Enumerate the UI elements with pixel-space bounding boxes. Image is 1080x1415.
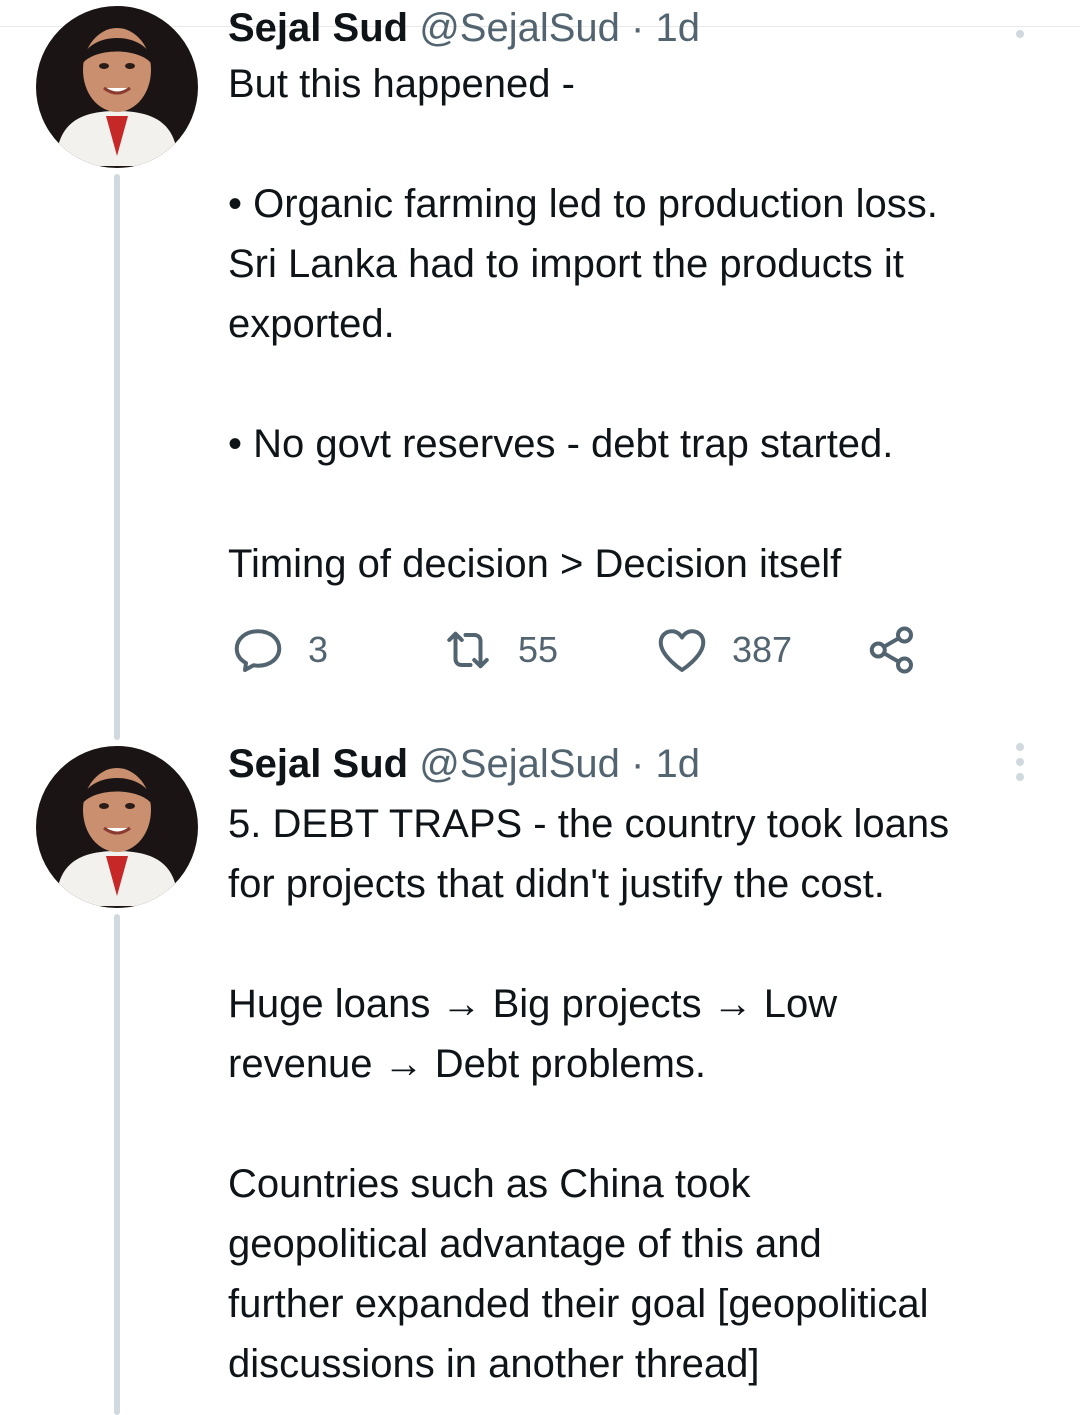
tweet-line: geopolitical advantage of this and xyxy=(228,1222,822,1266)
tweet-actions: 3 55 387 xyxy=(228,620,1028,680)
thread-connector-line xyxy=(114,174,120,740)
reply-button[interactable]: 3 xyxy=(228,620,328,680)
retweet-icon xyxy=(447,631,489,669)
tweet-line: for projects that didn't justify the cos… xyxy=(228,862,885,906)
like-count: 387 xyxy=(732,629,793,670)
tweet-line: Huge loans → Big projects → Low xyxy=(228,982,838,1026)
author-handle[interactable]: @SejalSud xyxy=(419,742,620,786)
tweet-header: Sejal Sud @SejalSud · 1d xyxy=(228,740,700,788)
timestamp[interactable]: 1d xyxy=(656,6,701,50)
more-vertical-icon[interactable] xyxy=(1008,14,1032,54)
tweet-text: But this happened - • Organic farming le… xyxy=(228,54,1058,594)
tweet-line: revenue → Debt problems. xyxy=(228,1042,707,1086)
thread-connector-line xyxy=(114,914,120,1415)
share-icon xyxy=(869,626,913,674)
author-name[interactable]: Sejal Sud xyxy=(228,742,408,786)
more-vertical-icon[interactable] xyxy=(1008,742,1032,782)
avatar[interactable] xyxy=(36,746,198,908)
like-button[interactable]: 387 xyxy=(652,620,792,680)
reply-icon xyxy=(234,629,282,672)
tweet-line: further expanded their goal [geopolitica… xyxy=(228,1282,929,1326)
avatar-photo xyxy=(36,6,198,168)
author-name[interactable]: Sejal Sud xyxy=(228,6,408,50)
heart-icon xyxy=(658,629,706,672)
tweet-line: • Organic farming led to production loss… xyxy=(228,182,938,226)
author-handle[interactable]: @SejalSud xyxy=(419,6,620,50)
tweet-line: exported. xyxy=(228,302,395,346)
tweet-header: Sejal Sud @SejalSud · 1d xyxy=(228,4,700,52)
tweet-text: 5. DEBT TRAPS - the country took loans f… xyxy=(228,794,1058,1394)
avatar-photo xyxy=(36,746,198,908)
tweet-line: • No govt reserves - debt trap started. xyxy=(228,422,894,466)
timestamp[interactable]: 1d xyxy=(656,742,701,786)
separator-dot: · xyxy=(631,742,645,786)
share-button[interactable] xyxy=(862,620,922,680)
avatar[interactable] xyxy=(36,6,198,168)
tweet-line: Timing of decision > Decision itself xyxy=(228,542,842,586)
retweet-count: 55 xyxy=(518,629,559,670)
reply-count: 3 xyxy=(308,629,329,670)
retweet-button[interactable]: 55 xyxy=(438,620,558,680)
tweet-line: 5. DEBT TRAPS - the country took loans xyxy=(228,802,950,846)
tweet-line: But this happened - xyxy=(228,62,575,106)
tweet-line: discussions in another thread] xyxy=(228,1342,760,1386)
tweet-line: Countries such as China took xyxy=(228,1162,751,1206)
tweet-line: Sri Lanka had to import the products it xyxy=(228,242,904,286)
separator-dot: · xyxy=(631,6,645,50)
